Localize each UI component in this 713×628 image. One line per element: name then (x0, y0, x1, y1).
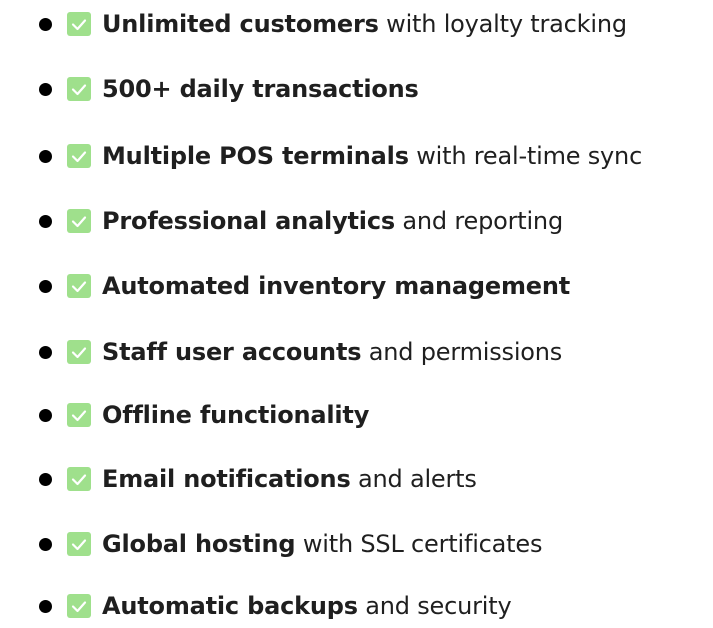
feature-text: Multiple POS terminals with real-time sy… (102, 144, 642, 168)
bullet-icon (39, 473, 52, 486)
feature-bold: Email notifications (102, 465, 351, 493)
feature-item-inventory: Automated inventory management (0, 264, 713, 308)
feature-text: Global hosting with SSL certificates (102, 532, 542, 556)
feature-text: 500+ daily transactions (102, 77, 419, 101)
feature-rest: and security (357, 592, 512, 620)
feature-bold: Automatic backups (102, 592, 358, 620)
check-box-icon (67, 274, 91, 298)
check-box-icon (67, 12, 91, 36)
bullet-icon (39, 83, 52, 96)
feature-item-daily-transactions: 500+ daily transactions (0, 67, 713, 111)
check-box-icon (67, 403, 91, 427)
feature-rest: with loyalty tracking (378, 10, 627, 38)
bullet-icon (39, 538, 52, 551)
check-box-icon (67, 77, 91, 101)
bullet-icon (39, 600, 52, 613)
feature-text: Email notifications and alerts (102, 467, 477, 491)
feature-item-email-notifications: Email notifications and alerts (0, 457, 713, 501)
feature-item-offline: Offline functionality (0, 393, 713, 437)
feature-rest: and reporting (394, 207, 563, 235)
feature-text: Professional analytics and reporting (102, 209, 563, 233)
feature-item-pos-terminals: Multiple POS terminals with real-time sy… (0, 134, 713, 178)
feature-bold: Multiple POS terminals (102, 142, 409, 170)
bullet-icon (39, 409, 52, 422)
feature-bold: Staff user accounts (102, 338, 362, 366)
feature-text: Automated inventory management (102, 274, 570, 298)
check-box-icon (67, 144, 91, 168)
feature-item-staff-accounts: Staff user accounts and permissions (0, 330, 713, 374)
check-box-icon (67, 594, 91, 618)
feature-bold: 500+ daily transactions (102, 75, 419, 103)
feature-text: Unlimited customers with loyalty trackin… (102, 12, 627, 36)
feature-bold: Automated inventory management (102, 272, 571, 300)
feature-bold: Global hosting (102, 530, 296, 558)
check-box-icon (67, 209, 91, 233)
feature-rest: with real-time sync (408, 142, 643, 170)
bullet-icon (39, 346, 52, 359)
feature-item-unlimited-customers: Unlimited customers with loyalty trackin… (0, 2, 713, 46)
bullet-icon (39, 18, 52, 31)
feature-text: Staff user accounts and permissions (102, 340, 562, 364)
check-box-icon (67, 532, 91, 556)
feature-bold: Unlimited customers (102, 10, 379, 38)
feature-item-backups: Automatic backups and security (0, 584, 713, 628)
feature-bold: Offline functionality (102, 401, 370, 429)
feature-rest: and alerts (350, 465, 477, 493)
feature-rest: and permissions (361, 338, 563, 366)
feature-rest: with SSL certificates (295, 530, 543, 558)
feature-item-global-hosting: Global hosting with SSL certificates (0, 522, 713, 566)
feature-item-analytics: Professional analytics and reporting (0, 199, 713, 243)
feature-text: Automatic backups and security (102, 592, 512, 620)
bullet-icon (39, 150, 52, 163)
bullet-icon (39, 280, 52, 293)
check-box-icon (67, 340, 91, 364)
feature-bold: Professional analytics (102, 207, 395, 235)
check-box-icon (67, 467, 91, 491)
bullet-icon (39, 215, 52, 228)
feature-text: Offline functionality (102, 403, 369, 427)
